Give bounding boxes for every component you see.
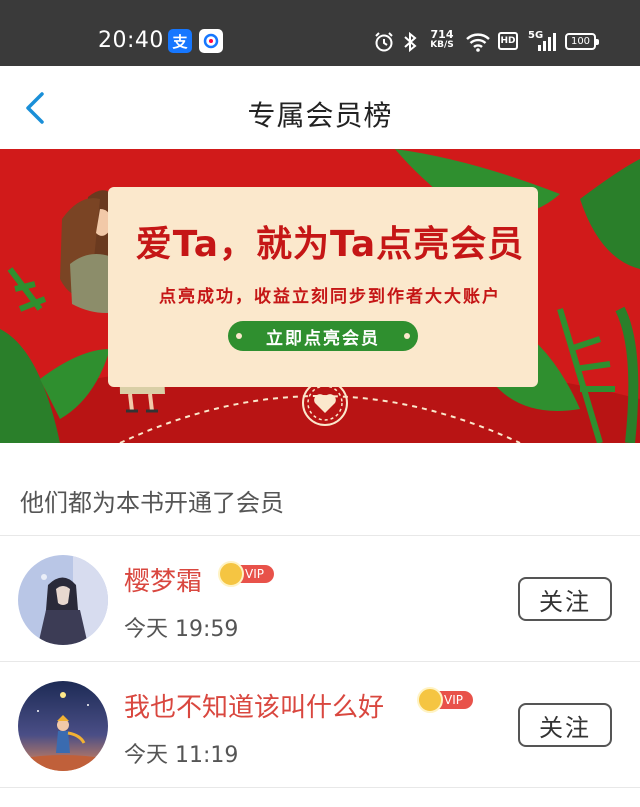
member-time: 今天 11:19 bbox=[124, 743, 239, 768]
member-time: 今天 19:59 bbox=[124, 617, 239, 642]
nav-header: 专属会员榜 bbox=[0, 66, 640, 148]
signal-icon bbox=[537, 33, 557, 55]
member-name[interactable]: 我也不知道该叫什么好 bbox=[124, 687, 384, 724]
app-notification-icon bbox=[199, 29, 223, 53]
activate-membership-button[interactable]: 立即点亮会员 bbox=[228, 321, 418, 351]
crown-icon bbox=[417, 687, 443, 713]
section-title: 他们都为本书开通了会员 bbox=[20, 489, 284, 517]
status-time: 20:40 bbox=[98, 28, 164, 53]
bluetooth-icon bbox=[402, 31, 418, 57]
list-item[interactable]: 樱梦霜 VIP 今天 19:59 关注 bbox=[0, 536, 640, 661]
crown-icon bbox=[218, 561, 244, 587]
promo-banner[interactable]: 爱Ta，就为Ta点亮会员 点亮成功，收益立刻同步到作者大大账户 立即点亮会员 bbox=[0, 149, 640, 443]
vip-badge: VIP bbox=[417, 687, 473, 713]
member-name[interactable]: 樱梦霜 bbox=[124, 561, 202, 598]
avatar[interactable] bbox=[18, 555, 108, 645]
hd-icon: HD bbox=[498, 32, 518, 50]
list-item[interactable]: 我也不知道该叫什么好 VIP 今天 11:19 关注 bbox=[0, 662, 640, 787]
network-speed: 714 KB/S bbox=[430, 28, 454, 50]
battery-icon: 100 bbox=[565, 33, 599, 50]
page-title: 专属会员榜 bbox=[247, 99, 393, 132]
wifi-icon bbox=[465, 31, 491, 57]
status-bar: 20:40 支 714 KB/S HD 5G 100 bbox=[0, 0, 640, 66]
alipay-icon: 支 bbox=[168, 29, 192, 53]
alarm-icon bbox=[373, 31, 395, 57]
divider bbox=[0, 787, 640, 788]
banner-subline: 点亮成功，收益立刻同步到作者大大账户 bbox=[159, 287, 501, 307]
vip-badge: VIP bbox=[218, 561, 274, 587]
banner-headline: 爱Ta，就为Ta点亮会员 bbox=[135, 224, 525, 265]
avatar[interactable] bbox=[18, 681, 108, 771]
follow-button[interactable]: 关注 bbox=[518, 703, 612, 747]
follow-button[interactable]: 关注 bbox=[518, 577, 612, 621]
